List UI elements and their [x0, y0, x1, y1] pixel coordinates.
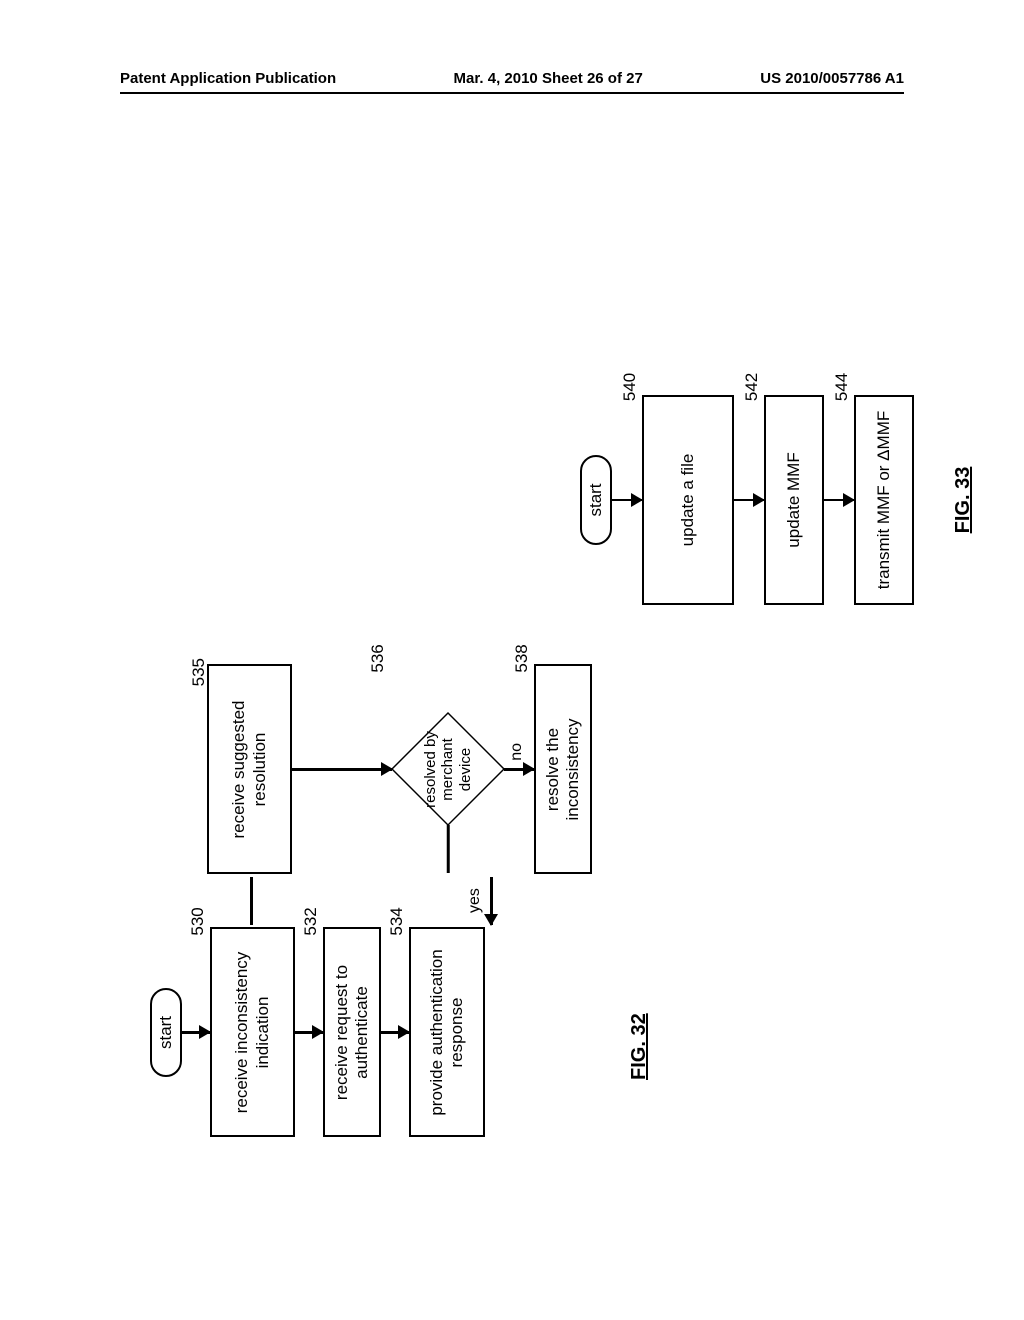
- arrow-icon: [612, 499, 642, 502]
- step-box-update-mmf: update MMF: [764, 395, 824, 605]
- step-number: 542: [742, 373, 762, 401]
- document-header: Patent Application Publication Mar. 4, 2…: [120, 70, 904, 87]
- start-label: start: [156, 1016, 175, 1049]
- connector: [250, 877, 253, 925]
- step-box-provide-auth-response: provide authentication response: [409, 928, 485, 1138]
- figure-label: FIG. 32: [628, 1013, 651, 1080]
- step-text: receive suggested resolution: [229, 677, 270, 863]
- fig-33-flowchart: start 540 update a file 542 update MMF 5…: [580, 390, 975, 610]
- fig32-start-terminator: start: [150, 988, 182, 1077]
- arrow-icon: [504, 768, 534, 771]
- step-number: 544: [832, 373, 852, 401]
- step-text: update MMF: [784, 452, 804, 547]
- arrow-icon: [381, 1031, 409, 1034]
- connector: [447, 826, 450, 874]
- decision-text: resolved by merchant device: [422, 714, 474, 826]
- step-box-transmit-mmf: transmit MMF or ΔMMF: [854, 395, 914, 605]
- arrow-icon: [182, 1031, 210, 1034]
- step-box-receive-inconsistency: receive inconsistency indication: [210, 928, 295, 1138]
- fig33-start-terminator: start: [580, 455, 612, 544]
- header-right: US 2010/0057786 A1: [760, 70, 904, 87]
- arrow-icon: [490, 911, 493, 925]
- step-box-receive-request-auth: receive request to authenticate: [323, 928, 381, 1138]
- arrow-icon: [824, 499, 854, 502]
- arrow-icon: [292, 768, 392, 771]
- step-text: receive request to authenticate: [332, 940, 373, 1126]
- step-text: resolve the inconsistency: [543, 677, 584, 863]
- decision-resolved-by-merchant: resolved by merchant device: [392, 714, 504, 826]
- start-label: start: [586, 483, 605, 516]
- arrow-icon: [295, 1031, 323, 1034]
- arrow-icon: [734, 499, 764, 502]
- step-text: provide authentication response: [427, 940, 468, 1126]
- step-number: 535: [189, 658, 209, 686]
- step-number: 536: [368, 644, 388, 672]
- step-text: update a file: [678, 454, 698, 547]
- step-box-receive-suggested-resolution: receive suggested resolution: [207, 665, 292, 875]
- step-text: receive inconsistency indication: [232, 940, 273, 1126]
- step-number: 538: [512, 644, 532, 672]
- header-left: Patent Application Publication: [120, 70, 336, 87]
- edge-label-no: no: [508, 743, 526, 761]
- figure-label: FIG. 33: [952, 467, 975, 534]
- figure-area: start 540 update a file 542 update MMF 5…: [120, 120, 904, 1200]
- header-rule: [120, 92, 904, 94]
- step-text: transmit MMF or ΔMMF: [874, 411, 894, 590]
- fig-32-flowchart: start 530 receive inconsistency indicati…: [150, 662, 651, 1140]
- step-box-resolve-inconsistency: resolve the inconsistency: [534, 665, 592, 875]
- edge-label-yes: yes: [466, 888, 484, 913]
- step-number: 540: [620, 373, 640, 401]
- step-box-update-file: update a file: [642, 395, 734, 605]
- header-center: Mar. 4, 2010 Sheet 26 of 27: [454, 70, 643, 87]
